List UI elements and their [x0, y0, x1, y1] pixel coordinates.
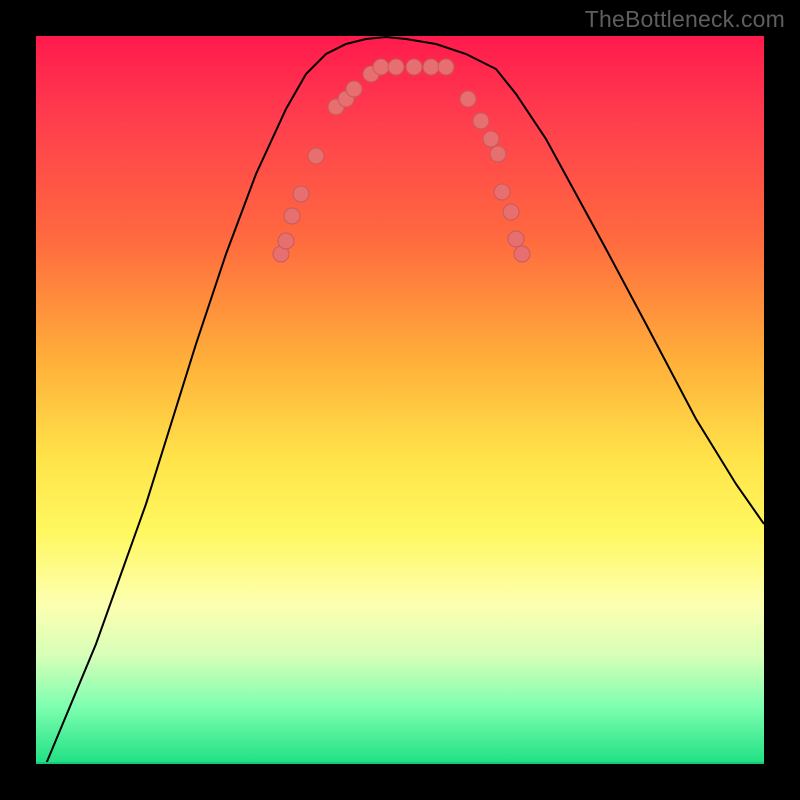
data-dot: [483, 131, 499, 147]
bottleneck-curve: [46, 37, 764, 764]
data-dot: [490, 146, 506, 162]
data-dot: [373, 59, 389, 75]
data-dot: [473, 113, 489, 129]
data-dot: [406, 59, 422, 75]
watermark-text: TheBottleneck.com: [585, 6, 785, 33]
data-dot: [278, 233, 294, 249]
data-dot: [514, 246, 530, 262]
data-dot: [293, 186, 309, 202]
chart-frame: TheBottleneck.com: [0, 0, 800, 800]
data-dot: [460, 91, 476, 107]
chart-svg: [36, 36, 764, 764]
data-dot: [438, 59, 454, 75]
data-dot: [308, 148, 324, 164]
chart-plot-area: [36, 36, 764, 764]
data-dot: [346, 81, 362, 97]
data-dot: [388, 59, 404, 75]
data-dot: [503, 204, 519, 220]
data-dot: [494, 184, 510, 200]
data-dot: [284, 208, 300, 224]
data-dot: [423, 59, 439, 75]
data-dots: [273, 59, 530, 262]
data-dot: [508, 231, 524, 247]
